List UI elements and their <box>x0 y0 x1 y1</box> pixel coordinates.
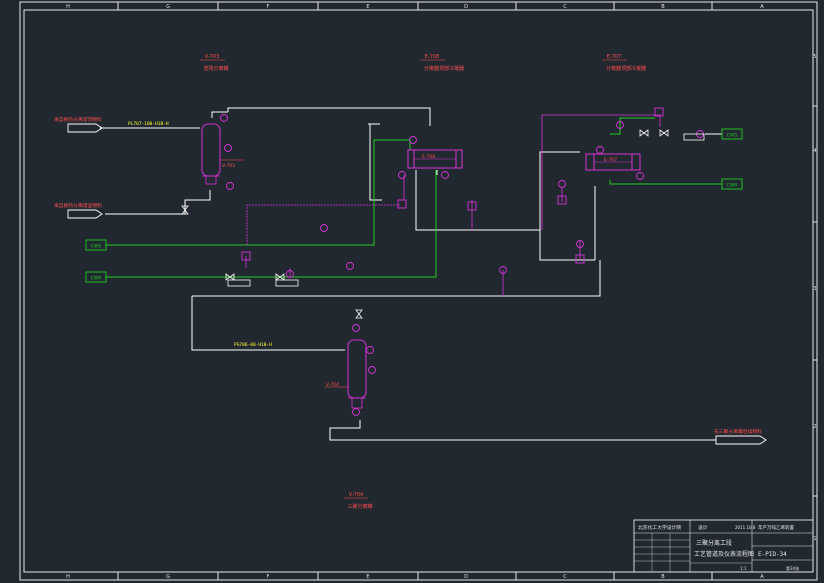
line-number-pg706: PG706-80-H1B-H <box>234 342 272 348</box>
col-label: C <box>563 574 567 580</box>
stream-label-outlet: 去三聚分离罐后续物料 <box>714 428 762 435</box>
equipment-desc: 三聚分离罐 <box>347 503 372 510</box>
col-label: G <box>166 4 170 10</box>
control-valves <box>241 107 664 264</box>
title-block-title-2: 工艺管道及仪表流程图 <box>694 550 754 558</box>
equipment-tag: E-708 <box>425 54 440 60</box>
col-label: D <box>464 574 468 580</box>
col-label: E <box>366 574 369 580</box>
equipment-desc: 分离器顶部冷凝器 <box>424 65 464 72</box>
col-label: D <box>464 4 468 10</box>
col-label: E <box>366 4 369 10</box>
col-label: H <box>66 574 70 580</box>
title-block-category: 设计 <box>698 524 708 531</box>
col-label: C <box>563 4 567 10</box>
instrument-bubble <box>352 408 360 416</box>
instrument-bubble <box>220 114 228 122</box>
instrument-bubble <box>558 180 566 188</box>
exchanger-e707-tag: E-707 <box>604 157 617 163</box>
instrument-bubble <box>224 144 232 152</box>
instrument-bubble <box>441 171 449 179</box>
column-labels-bottom: H G F E D C B A <box>66 574 764 580</box>
instrument-bubble <box>346 262 354 270</box>
col-label: G <box>166 574 170 580</box>
stream-label-inlet-2: 来自换热分离塔釜物料 <box>54 202 102 209</box>
line-numbers: PL707-100-H1B-H PG706-80-H1B-H <box>128 121 272 348</box>
exchanger-e708-tag: E-708 <box>422 154 435 160</box>
instrument-bubble <box>352 324 360 332</box>
title-block-sheet: 第34张 <box>786 565 799 571</box>
title-block-title-1: 三聚分离工段 <box>696 539 732 547</box>
col-label: F <box>267 574 270 580</box>
instrument-bubble <box>409 136 417 144</box>
equipment-desc: 分离器顶部冷凝器 <box>606 65 646 72</box>
col-label: F <box>267 4 270 10</box>
row-labels-right: 5 4 3 2 1 <box>813 54 816 542</box>
instrument-bubble <box>226 182 234 190</box>
vessel-v703: V-703 <box>201 123 244 185</box>
col-label: B <box>661 574 665 580</box>
col-label: B <box>661 4 665 10</box>
control-valve-box <box>397 199 407 209</box>
utility-label-cws-1: CWS <box>91 244 102 250</box>
instrument-bubble <box>368 366 376 374</box>
utility-label-cws-2: CWS <box>727 133 738 139</box>
exchanger-e708: E-708 <box>407 149 463 169</box>
line-number-pl707: PL707-100-H1B-H <box>128 121 169 127</box>
row-label: 1 <box>813 536 816 542</box>
instrument-lines <box>245 114 661 296</box>
col-label: A <box>760 574 764 580</box>
equipment-header-tags: V-703 釜残分离罐 E-708 分离器顶部冷凝器 E-707 分离器顶部冷凝… <box>200 54 646 510</box>
vessel-v704-tag: V-704 <box>326 382 339 388</box>
stream-label-inlet-1: 来自换热分离塔顶物料 <box>54 116 102 123</box>
column-labels-top: H G F E D C B A <box>66 4 764 10</box>
title-block-project: 年产万吨乙烯装置 <box>758 524 794 531</box>
col-label: H <box>66 4 70 10</box>
equipment-desc: 釜残分离罐 <box>203 65 228 72</box>
column-ticks-top <box>117 2 713 580</box>
row-label: 4 <box>813 148 816 154</box>
process-lines <box>100 107 722 441</box>
col-label: A <box>760 4 764 10</box>
instrument-bubble <box>320 224 328 232</box>
title-block: 北京化工大学设计院 设计 2011.10.8 年产万吨乙烯装置 三聚分离工段 工… <box>633 519 814 573</box>
manual-valves <box>181 129 705 319</box>
utility-label-cwr-2: CWR <box>727 183 738 189</box>
exchanger-e707: E-707 <box>585 153 641 171</box>
utility-label-cwr-1: CWR <box>91 276 102 282</box>
stream-arrows <box>67 123 767 445</box>
vessel-v703-tag: V-703 <box>222 163 235 169</box>
instrument-bubble <box>366 346 374 354</box>
title-block-date: 2011.10.8 <box>735 525 756 530</box>
row-label: 2 <box>813 424 816 430</box>
cooling-water-lines <box>105 117 722 278</box>
title-block-scale: 1:1 <box>740 566 747 571</box>
row-label: 5 <box>813 54 816 60</box>
drawing-frame <box>19 1 818 581</box>
equipment-tag: V-703 <box>205 54 219 60</box>
row-ticks-right <box>813 105 817 497</box>
equipment-tag: E-707 <box>607 54 622 60</box>
instrument-bubble <box>596 146 604 154</box>
title-block-company: 北京化工大学设计院 <box>638 524 681 531</box>
pid-drawing-canvas: H G F E D C B A H G F E D C B A 5 4 3 2 … <box>19 1 818 581</box>
title-block-drawing-no: E-PID-34 <box>758 551 787 558</box>
row-label: 3 <box>813 286 816 292</box>
equipment-tag: V-704 <box>349 492 363 498</box>
instrument-bubble <box>398 171 406 179</box>
instrument-bubble <box>636 172 644 180</box>
